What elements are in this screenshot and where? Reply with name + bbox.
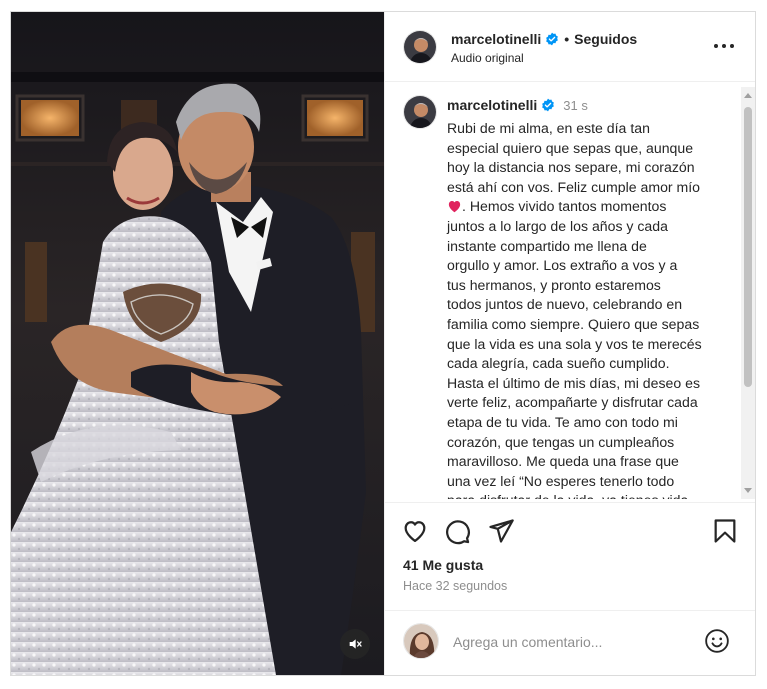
emoji-icon[interactable] (704, 628, 730, 654)
caption-area[interactable]: marcelotinelli 31 s Rubi de mi alma, en … (385, 83, 755, 499)
comment-input[interactable] (453, 631, 693, 653)
caption-avatar[interactable] (403, 95, 437, 129)
post-photo (11, 12, 384, 675)
caption-text-part2: . Hemos vivido tantos momentos juntos a … (447, 198, 702, 499)
separator-dot: • (564, 31, 570, 47)
caption-text: Rubi de mi alma, en este día tan especia… (447, 119, 737, 499)
caption-scrollbar[interactable] (741, 87, 755, 499)
audio-label[interactable]: Audio original (451, 51, 524, 65)
scroll-down-arrow-icon[interactable] (744, 486, 752, 494)
header-user-line: marcelotinelli • Seguidos (451, 31, 637, 47)
caption-timestamp: 31 s (563, 97, 588, 113)
post-actions: 41 Me gusta Hace 32 segundos (385, 502, 755, 602)
author-username[interactable]: marcelotinelli (451, 31, 541, 47)
caption-username[interactable]: marcelotinelli (447, 97, 537, 113)
post-side-panel: marcelotinelli • Seguidos Audio original (384, 12, 755, 675)
viewer-avatar (403, 623, 439, 659)
scroll-thumb[interactable] (744, 107, 752, 387)
post-media[interactable] (11, 12, 384, 675)
share-icon[interactable] (487, 517, 515, 545)
bookmark-icon[interactable] (711, 517, 739, 545)
more-options-icon[interactable] (713, 36, 735, 56)
author-avatar[interactable] (403, 30, 437, 64)
red-heart-emoji (448, 201, 461, 213)
verified-badge-icon (542, 98, 555, 112)
post-time-ago[interactable]: Hace 32 segundos (403, 579, 507, 593)
post-dialog: marcelotinelli • Seguidos Audio original (10, 11, 756, 676)
comment-icon[interactable] (443, 517, 471, 545)
verified-badge-icon (546, 32, 559, 46)
caption-text-part1: Rubi de mi alma, en este día tan especia… (447, 120, 701, 195)
post-header: marcelotinelli • Seguidos Audio original (385, 12, 755, 82)
caption-header: marcelotinelli 31 s (447, 97, 588, 113)
following-button[interactable]: Seguidos (574, 31, 637, 47)
likes-count[interactable]: 41 Me gusta (403, 557, 483, 573)
mute-button[interactable] (340, 629, 370, 659)
scroll-up-arrow-icon[interactable] (744, 92, 752, 100)
muted-speaker-icon (349, 639, 362, 649)
add-comment-bar (385, 610, 755, 675)
heart-icon[interactable] (401, 517, 429, 545)
